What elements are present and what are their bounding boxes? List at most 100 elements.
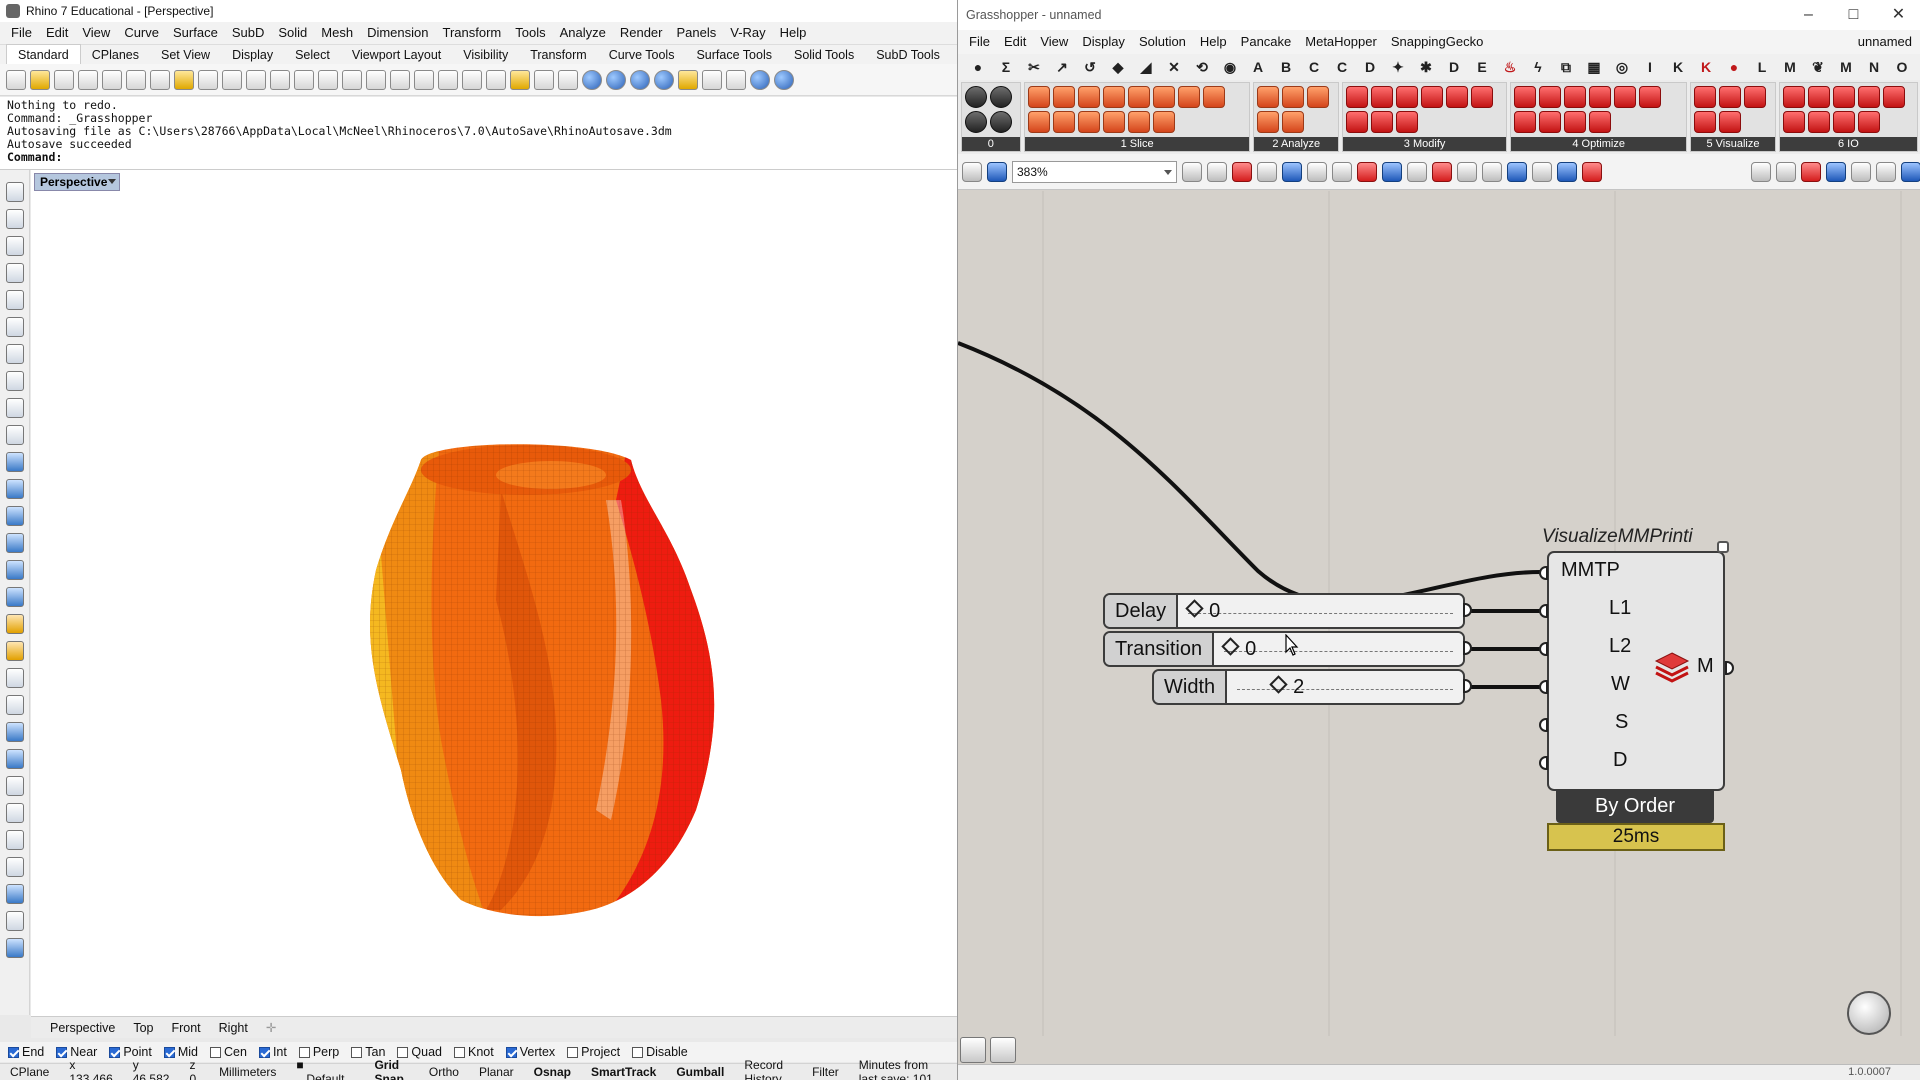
wireframe-icon[interactable] [1776,161,1796,182]
gh-menu-pancake[interactable]: Pancake [1234,31,1299,53]
preview-selected-icon[interactable] [1826,161,1846,182]
rendered-mode-icon[interactable] [630,69,650,90]
slice-icon[interactable] [1202,86,1225,108]
visualize-icon[interactable] [1694,111,1717,133]
tab-d[interactable]: D [1356,59,1384,75]
parameter-icon[interactable] [990,86,1012,108]
units-label[interactable]: Millimeters [209,1065,286,1079]
tab-hatch-icon[interactable]: ▦ [1580,59,1608,76]
tab-n[interactable]: N [1860,59,1888,75]
visualize-icon[interactable] [1694,86,1717,108]
width-slider[interactable]: Width 2 [1152,669,1465,705]
slice-icon[interactable] [1102,86,1125,108]
light-tool-icon[interactable] [5,614,24,634]
visualize-component[interactable]: MMTP L1 L2 W S D M [1547,541,1729,791]
input-l2[interactable]: L2 [1609,635,1631,658]
rhino-menu-solid[interactable]: Solid [271,22,314,44]
delay-slider[interactable]: Delay 0 [1103,593,1465,629]
checkbox[interactable] [397,1046,409,1058]
gh-menu-metahopper[interactable]: MetaHopper [1298,31,1384,53]
transform-icon[interactable] [5,857,24,877]
output-m[interactable]: M [1697,655,1714,678]
extrude-icon[interactable] [5,479,24,499]
osnap-point[interactable]: Point [109,1045,152,1059]
fillet-icon[interactable] [5,776,24,796]
preview-shaded-icon[interactable] [1801,161,1821,182]
io-icon[interactable] [1857,86,1880,108]
document-preview-icon[interactable] [1851,161,1871,182]
tab-curve-icon[interactable]: ↺ [1076,59,1104,76]
point-icon[interactable] [5,209,24,229]
cluster-icon[interactable] [1257,161,1277,182]
maximize-button[interactable]: □ [1831,0,1876,30]
sphere-icon[interactable] [5,533,24,553]
rhino-menu-mesh[interactable]: Mesh [314,22,360,44]
layer-default[interactable]: ■ Default [286,1058,364,1080]
gh-menu-edit[interactable]: Edit [997,31,1033,53]
modify-icon[interactable] [1396,86,1419,108]
sun-icon[interactable] [678,69,698,90]
bake-icon[interactable] [1357,161,1377,182]
analyze-icon[interactable] [1257,86,1280,108]
open-file-icon[interactable] [962,161,982,182]
mmtp-input-port[interactable] [1539,566,1548,580]
io-icon[interactable] [1832,111,1855,133]
osnap-mid[interactable]: Mid [163,1045,198,1059]
tab-set-view[interactable]: Set View [150,45,221,65]
group-icon[interactable] [5,749,24,769]
input-s[interactable]: S [1615,711,1628,734]
polygon-icon[interactable] [5,398,24,418]
osnap-disable[interactable]: Disable [632,1045,688,1059]
render-mode-icon[interactable] [582,69,602,90]
filter-toggle[interactable]: Filter [802,1065,849,1079]
gear-icon[interactable] [702,69,722,90]
rhino-menu-file[interactable]: File [4,22,39,44]
tab-display-icon[interactable]: ◉ [1216,59,1244,76]
minimize-button[interactable]: – [1786,0,1831,30]
checkbox[interactable] [505,1046,517,1058]
rhino-menu-analyze[interactable]: Analyze [553,22,613,44]
tab-fire-icon[interactable]: ♨ [1496,59,1524,76]
tab-subd-tools[interactable]: SubD Tools [865,45,951,65]
io-icon[interactable] [1832,86,1855,108]
visualize-icon[interactable] [1719,111,1742,133]
modify-icon[interactable] [1396,111,1419,133]
select-arrow-icon[interactable] [5,182,24,202]
command-prompt[interactable]: Command: [7,151,950,164]
tab-ladybug-icon[interactable]: ● [1720,59,1748,75]
offset-icon[interactable] [5,803,24,823]
grid-icon[interactable] [1557,161,1577,182]
record-history-toggle[interactable]: Record History [734,1058,802,1080]
rhino-menu-edit[interactable]: Edit [39,22,75,44]
undo-view-icon[interactable] [366,69,386,90]
tab-e[interactable]: E [1468,59,1496,75]
pan-icon[interactable] [222,69,242,90]
l2-input-port[interactable] [1539,642,1548,656]
rotate-view-icon[interactable] [246,69,266,90]
preview-mesh-icon[interactable] [1876,161,1896,182]
optimize-icon[interactable] [1589,86,1612,108]
input-w[interactable]: W [1611,673,1630,696]
optimize-icon[interactable] [1514,111,1537,133]
no-entry-icon[interactable] [1582,161,1602,182]
viewport-tab-perspective[interactable]: Perspective [41,1021,124,1035]
parameter-icon[interactable] [965,86,987,108]
osnap-near[interactable]: Near [56,1045,97,1059]
rhino-menu-help[interactable]: Help [773,22,814,44]
optimize-icon[interactable] [1564,86,1587,108]
cut-icon[interactable] [126,69,146,90]
slice-icon[interactable] [1077,86,1100,108]
viewport-tab-top[interactable]: Top [124,1021,162,1035]
grid-icon[interactable] [462,69,482,90]
slice-icon[interactable] [1102,111,1125,133]
osnap-quad[interactable]: Quad [397,1045,442,1059]
tab-leaf-icon[interactable]: ❦ [1804,59,1832,76]
save-icon[interactable] [54,69,74,90]
checkbox[interactable] [210,1046,221,1058]
rhino-menu-vray[interactable]: V-Ray [723,22,772,44]
rectangle-icon[interactable] [5,371,24,391]
d-input-port[interactable] [1539,756,1548,770]
rhino-menu-dimension[interactable]: Dimension [360,22,435,44]
analyze-icon[interactable] [1282,111,1305,133]
gh-menu-display[interactable]: Display [1075,31,1132,53]
